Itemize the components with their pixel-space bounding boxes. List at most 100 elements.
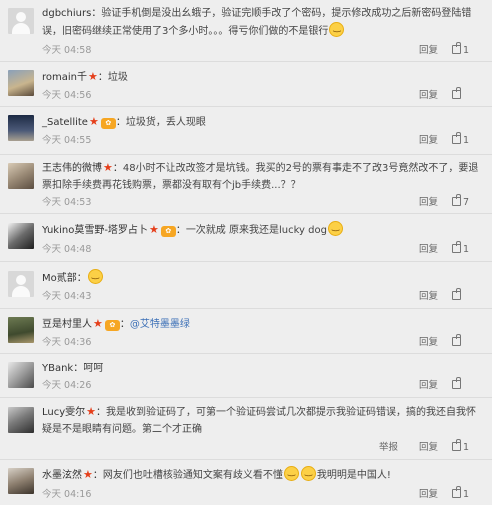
comment-text: 网友们也吐槽核验通知文案有歧义看不懂 (102, 470, 283, 481)
avatar[interactable] (8, 317, 34, 343)
reply-button[interactable]: 回复 (419, 89, 438, 103)
vip-star-icon: ★ (93, 317, 103, 330)
thumbs-up-icon (452, 334, 461, 346)
thumbs-up-icon (452, 377, 461, 389)
vip-star-icon: ★ (88, 70, 98, 83)
emoji-icon (300, 464, 316, 481)
emoji-icon (329, 20, 345, 37)
avatar[interactable] (8, 70, 34, 96)
member-badge-icon: ✿ (104, 320, 120, 331)
comment-item: dgbchiurs：验证手机倒是没出幺蛾子，验证完顺手改了个密码，提示修改成功之… (0, 0, 492, 62)
comment-text: 垃圾 (107, 72, 128, 83)
reply-button[interactable]: 回复 (419, 488, 438, 502)
thumbs-up-icon (452, 439, 461, 451)
reply-button[interactable]: 回复 (419, 441, 438, 455)
comment-item: 水墨泫然★：网友们也吐槽核验通知文案有歧义看不懂我明明是中国人! 今天 04:1… (0, 460, 492, 505)
username[interactable]: 豆是村里人 (42, 319, 92, 330)
like-count: 1 (463, 244, 470, 255)
avatar[interactable] (8, 115, 34, 141)
username[interactable]: dgbchiurs (42, 8, 91, 19)
vip-star-icon: ★ (148, 223, 159, 236)
like-button[interactable]: 1 (452, 42, 480, 58)
emoji-icon (283, 464, 299, 481)
thumbs-up-icon (452, 486, 461, 498)
comment-item: Yukino莫雪野-塔罗占卜★✿：一次就成 原来我还是lucky dog 今天 … (0, 214, 492, 262)
timestamp: 今天 04:36 (42, 337, 92, 348)
emoji-icon (327, 219, 343, 236)
timestamp: 今天 04:56 (42, 90, 92, 101)
like-count: 1 (463, 489, 470, 500)
comment-item: 豆是村里人★ ✿ ：@艾特墨墨绿 今天 04:36 回复 (0, 309, 492, 354)
comment-text: 呵呵 (83, 363, 104, 374)
username[interactable]: romain千 (42, 72, 87, 83)
vip-star-icon: ★ (88, 115, 99, 128)
comment-item: YBank：呵呵 今天 04:26 回复 (0, 354, 492, 398)
avatar[interactable] (8, 362, 34, 388)
timestamp: 今天 04:58 (42, 45, 92, 56)
comment-text: 验证手机倒是没出幺蛾子，验证完顺手改了个密码，提示修改成功之后新密码登陆错误，旧… (42, 8, 472, 37)
like-button[interactable]: 7 (452, 194, 480, 210)
like-button[interactable] (452, 377, 480, 393)
thumbs-up-icon (452, 132, 461, 144)
reply-button[interactable]: 回复 (419, 379, 438, 393)
avatar[interactable] (8, 8, 34, 34)
username[interactable]: _Satellite (42, 117, 88, 128)
timestamp: 今天 04:16 (42, 489, 92, 500)
like-count: 1 (463, 442, 470, 453)
like-button[interactable]: 1 (452, 241, 480, 257)
timestamp: 今天 04:53 (42, 197, 92, 208)
avatar[interactable] (8, 163, 34, 189)
avatar[interactable] (8, 223, 34, 249)
comment-item: Mo贰部： 今天 04:43 回复 (0, 262, 492, 309)
like-count: 1 (463, 45, 470, 56)
timestamp: 今天 04:48 (42, 244, 92, 255)
vip-star-icon: ★ (83, 468, 93, 481)
thumbs-up-icon (452, 288, 461, 300)
like-button[interactable] (452, 334, 480, 350)
like-button[interactable]: 1 (452, 439, 480, 455)
reply-button[interactable]: 回复 (419, 243, 438, 257)
username[interactable]: Lucy雯尔 (42, 407, 85, 418)
username[interactable]: 水墨泫然 (42, 470, 82, 481)
thumbs-up-icon (452, 87, 461, 99)
timestamp: 今天 04:43 (42, 291, 92, 302)
comment-item: romain千★：垃圾 今天 04:56 回复 (0, 62, 492, 107)
avatar[interactable] (8, 407, 34, 433)
like-count: 1 (463, 135, 470, 146)
like-count: 7 (463, 197, 470, 208)
comment-text: 垃圾货，丢人现眼 (125, 117, 206, 128)
timestamp: 今天 04:26 (42, 380, 92, 391)
thumbs-up-icon (452, 241, 461, 253)
comment-text-after: 我明明是中国人! (316, 470, 391, 481)
reply-button[interactable]: 回复 (419, 196, 438, 210)
mention-link[interactable]: @艾特墨墨绿 (130, 319, 190, 330)
username[interactable]: Mo贰部 (42, 273, 77, 284)
emoji-icon (87, 267, 103, 284)
like-button[interactable]: 1 (452, 486, 480, 502)
member-badge-icon: ✿ (100, 118, 116, 129)
avatar[interactable] (8, 468, 34, 494)
like-button[interactable]: 1 (452, 132, 480, 148)
report-button[interactable]: 举报 (379, 441, 398, 455)
reply-button[interactable]: 回复 (419, 44, 438, 58)
comment-text: 我是收到验证码了，可第一个验证码尝试几次都提示我验证码错误，搞的我还自我怀疑是不… (42, 407, 477, 435)
vip-star-icon: ★ (86, 405, 97, 418)
member-badge-icon: ✿ (160, 226, 176, 237)
reply-button[interactable]: 回复 (419, 336, 438, 350)
reply-button[interactable]: 回复 (419, 290, 438, 304)
timestamp: 今天 04:55 (42, 135, 92, 146)
thumbs-up-icon (452, 42, 461, 54)
avatar[interactable] (8, 271, 34, 297)
reply-button[interactable]: 回复 (419, 134, 438, 148)
comment-item: Lucy雯尔★：我是收到验证码了，可第一个验证码尝试几次都提示我验证码错误，搞的… (0, 398, 492, 460)
username[interactable]: YBank (42, 363, 73, 374)
like-button[interactable] (452, 87, 480, 103)
comment-list: dgbchiurs：验证手机倒是没出幺蛾子，验证完顺手改了个密码，提示修改成功之… (0, 0, 492, 505)
comment-text: 一次就成 原来我还是lucky dog (185, 225, 327, 236)
like-button[interactable] (452, 288, 480, 304)
thumbs-up-icon (452, 194, 461, 206)
username[interactable]: Yukino莫雪野-塔罗占卜 (42, 225, 148, 236)
username[interactable]: 王志伟的微博 (42, 163, 102, 174)
vip-star-icon: ★ (103, 161, 113, 174)
comment-item: _Satellite★ ✿ ：垃圾货，丢人现眼 今天 04:55 回复 1 (0, 107, 492, 155)
